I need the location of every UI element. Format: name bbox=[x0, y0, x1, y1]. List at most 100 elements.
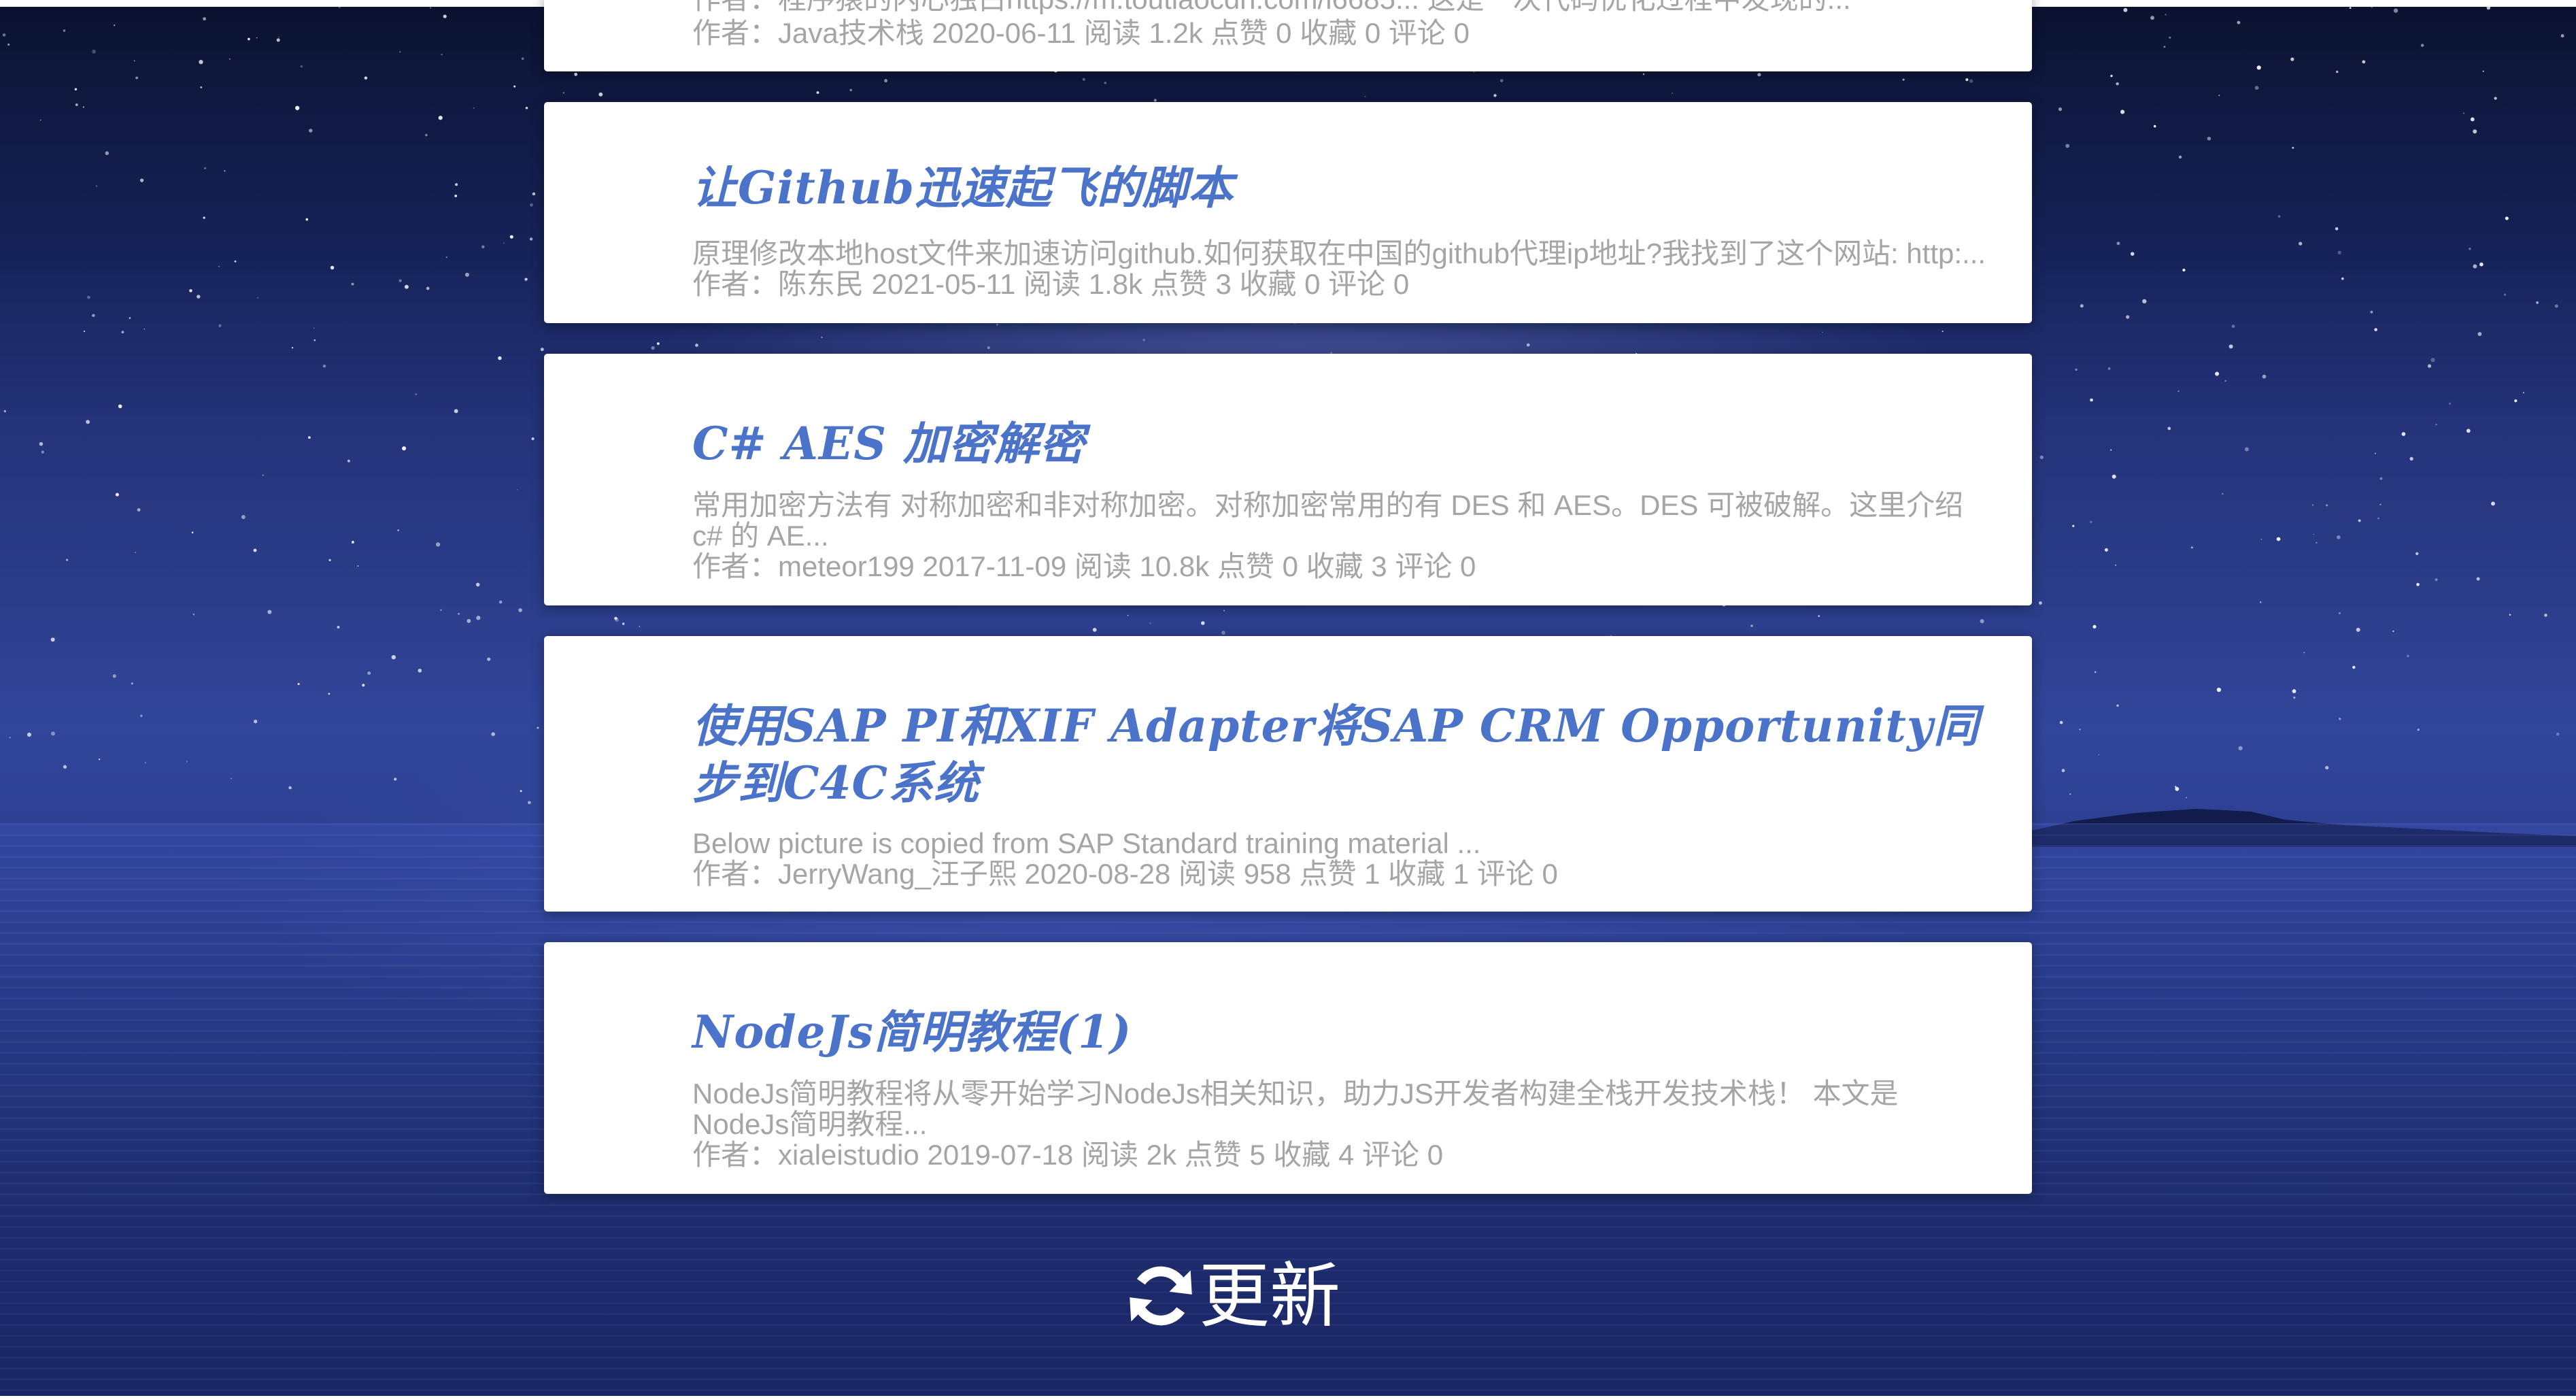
star bbox=[2038, 601, 2042, 605]
star bbox=[2335, 227, 2339, 231]
refresh-button[interactable]: 更新 bbox=[1125, 1248, 1340, 1344]
star bbox=[135, 76, 139, 80]
article-card[interactable]: C# AES 加密解密 常用加密方法有 对称加密和非对称加密。对称加密常用的有 … bbox=[544, 354, 2032, 605]
star bbox=[574, 72, 578, 76]
star bbox=[2260, 538, 2263, 540]
star bbox=[2, 33, 6, 37]
star bbox=[528, 801, 531, 805]
article-title[interactable]: 使用SAP PI和XIF Adapter将SAP CRM Opportunity… bbox=[692, 697, 1984, 812]
star bbox=[1902, 78, 1905, 81]
star bbox=[2379, 477, 2383, 480]
star bbox=[364, 76, 368, 80]
article-card[interactable]: 让Github迅速起飞的脚本 原理修改本地host文件来加速访问github.如… bbox=[544, 102, 2032, 323]
star bbox=[338, 7, 341, 8]
star bbox=[2098, 754, 2100, 756]
star bbox=[248, 37, 250, 41]
star bbox=[614, 616, 617, 620]
star bbox=[1942, 331, 1944, 333]
star bbox=[2292, 689, 2297, 694]
star bbox=[231, 778, 232, 780]
star bbox=[1822, 331, 1823, 333]
star bbox=[1149, 622, 1151, 624]
article-card[interactable]: 作者：程序猿的内心独白https://m.toutiaocdn.com/i668… bbox=[544, 0, 2032, 71]
star bbox=[1499, 79, 1504, 82]
star bbox=[307, 436, 311, 439]
star bbox=[27, 732, 32, 737]
star bbox=[228, 58, 231, 60]
star bbox=[2409, 456, 2413, 461]
star bbox=[435, 542, 441, 547]
star bbox=[1969, 79, 1973, 83]
star bbox=[2238, 746, 2243, 750]
article-meta: 作者：陈东民 2021-05-11 阅读 1.8k 点赞 3 收藏 0 评论 0 bbox=[692, 268, 1410, 300]
star bbox=[656, 342, 660, 346]
article-card[interactable]: 使用SAP PI和XIF Adapter将SAP CRM Opportunity… bbox=[544, 636, 2032, 912]
star bbox=[2116, 82, 2119, 86]
star bbox=[2536, 301, 2539, 304]
star bbox=[2039, 455, 2044, 459]
star bbox=[2449, 402, 2452, 405]
star bbox=[2231, 324, 2235, 329]
star bbox=[139, 178, 144, 182]
star bbox=[475, 582, 480, 587]
star bbox=[443, 14, 447, 18]
star bbox=[2417, 729, 2420, 731]
star bbox=[2503, 293, 2507, 296]
article-title[interactable]: C# AES 加密解密 bbox=[692, 415, 1984, 472]
star bbox=[114, 24, 116, 27]
star bbox=[337, 625, 340, 629]
star bbox=[291, 347, 294, 349]
star bbox=[598, 92, 603, 97]
star bbox=[63, 765, 67, 769]
star bbox=[2186, 797, 2187, 799]
star bbox=[2358, 519, 2361, 522]
star bbox=[137, 508, 141, 512]
star bbox=[2377, 517, 2379, 520]
star bbox=[133, 60, 135, 62]
star bbox=[105, 151, 109, 155]
star bbox=[2560, 34, 2564, 38]
star bbox=[399, 51, 401, 53]
star bbox=[2110, 449, 2112, 451]
star bbox=[518, 608, 522, 612]
star bbox=[257, 297, 259, 299]
article-card[interactable]: NodeJs简明教程(1) NodeJs简明教程将从零开始学习NodeJs相关知… bbox=[544, 942, 2032, 1194]
star bbox=[2112, 474, 2116, 479]
star bbox=[328, 559, 331, 562]
article-title[interactable]: 让Github迅速起飞的脚本 bbox=[692, 159, 1984, 216]
star bbox=[288, 786, 292, 790]
star bbox=[537, 727, 539, 729]
star bbox=[362, 684, 365, 687]
star bbox=[357, 565, 359, 567]
star bbox=[529, 237, 533, 241]
article-summary: 原理修改本地host文件来加速访问github.如何获取在中国的github代理… bbox=[692, 238, 1984, 269]
star bbox=[2153, 124, 2156, 128]
star bbox=[2167, 427, 2171, 431]
star bbox=[1473, 71, 1475, 73]
star bbox=[821, 336, 823, 338]
star bbox=[509, 235, 513, 239]
star bbox=[517, 488, 518, 490]
star bbox=[530, 203, 533, 207]
star bbox=[197, 295, 201, 299]
star bbox=[200, 86, 203, 88]
star bbox=[1642, 73, 1645, 76]
star bbox=[2393, 8, 2399, 13]
star bbox=[441, 53, 443, 56]
star bbox=[118, 404, 122, 409]
star bbox=[2218, 95, 2220, 97]
star bbox=[2544, 614, 2547, 617]
star bbox=[2115, 564, 2116, 566]
article-meta: 作者：JerryWang_汪子熙 2020-08-28 阅读 958 点赞 1 … bbox=[692, 858, 1558, 890]
star bbox=[2356, 627, 2360, 632]
star bbox=[2228, 344, 2233, 349]
star bbox=[191, 531, 194, 534]
star bbox=[540, 348, 544, 352]
star bbox=[2311, 504, 2314, 506]
star bbox=[2349, 7, 2352, 10]
article-title[interactable]: NodeJs简明教程(1) bbox=[692, 1003, 1984, 1061]
star bbox=[367, 671, 371, 676]
star bbox=[525, 278, 528, 281]
star bbox=[2476, 577, 2480, 581]
star bbox=[2430, 357, 2435, 363]
